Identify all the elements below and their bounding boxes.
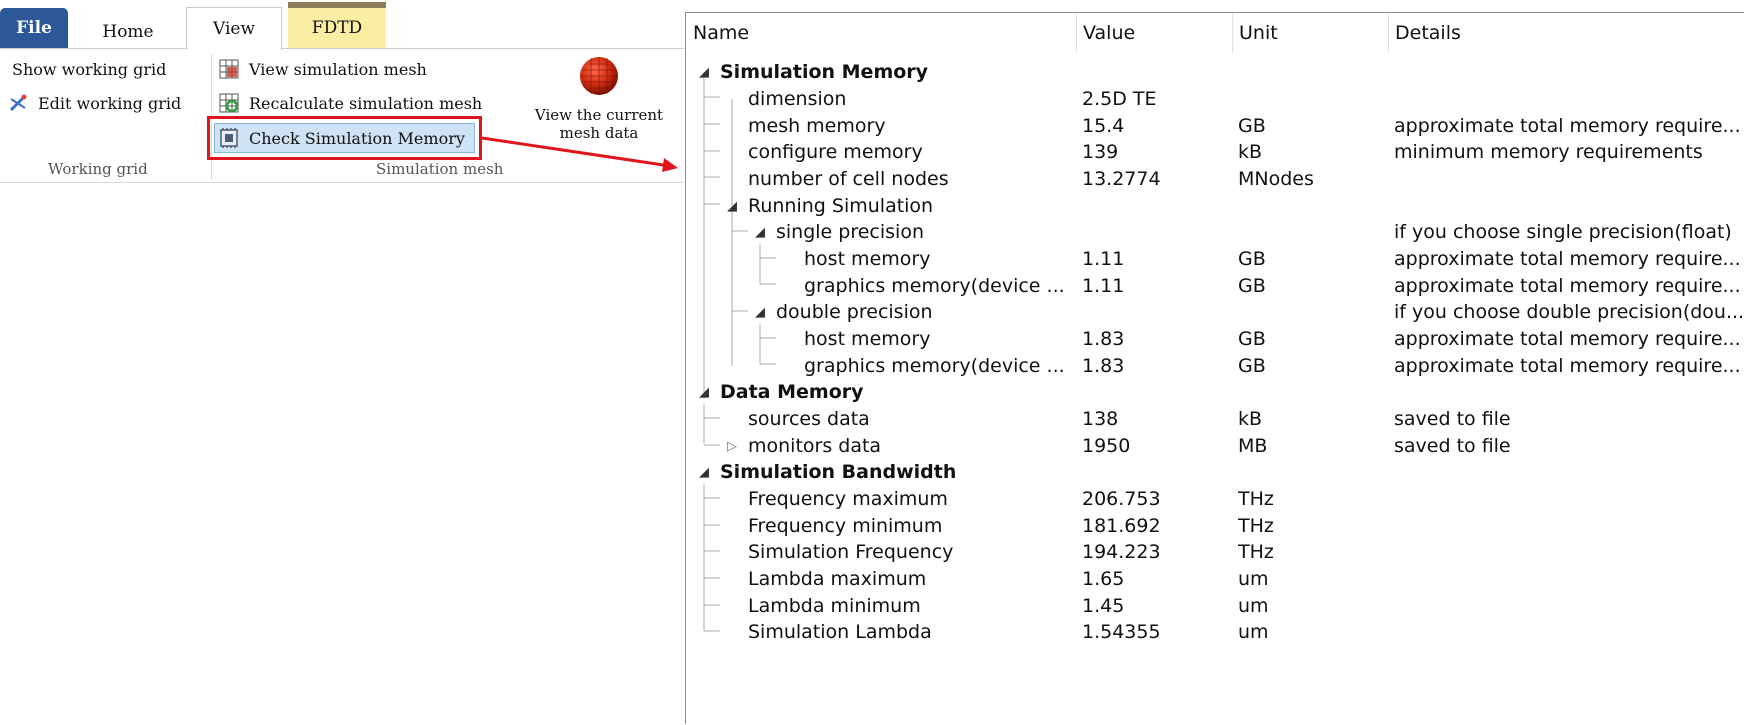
row-unit: THz — [1238, 488, 1274, 510]
row-details — [1394, 84, 1744, 114]
tab-view[interactable]: View — [186, 7, 282, 50]
row-name: Simulation Bandwidth — [720, 461, 957, 483]
expand-triangle-icon[interactable]: ◢ — [752, 217, 768, 247]
row-details: saved to file — [1394, 408, 1511, 430]
expand-triangle-icon[interactable]: ◢ — [696, 377, 712, 407]
check-simulation-memory-button[interactable]: Check Simulation Memory — [219, 123, 465, 153]
table-row[interactable]: dimension 2.5D TE — [686, 84, 1744, 114]
row-name: host memory — [804, 248, 931, 270]
table-row[interactable]: configure memory 139 kB minimum memory r… — [686, 137, 1744, 167]
row-value: 194.223 — [1082, 541, 1161, 563]
row-value: 1.65 — [1082, 568, 1125, 590]
row-value: 1.83 — [1082, 328, 1125, 350]
table-row[interactable]: Lambda maximum 1.65 um — [686, 564, 1744, 594]
view-simulation-mesh-label: View simulation mesh — [249, 59, 427, 79]
row-value: 206.753 — [1082, 488, 1161, 510]
row-details: if you choose double precision(dou... — [1394, 301, 1744, 323]
row-details: if you choose single precision(float) — [1394, 221, 1732, 243]
row-details: approximate total memory require... — [1394, 328, 1741, 350]
row-name: host memory — [804, 328, 931, 350]
table-row[interactable]: ◢ Data Memory — [686, 377, 1744, 407]
edit-working-grid-button[interactable]: Edit working grid — [8, 90, 181, 116]
row-unit: um — [1238, 621, 1269, 643]
tab-file[interactable]: File — [0, 8, 68, 48]
table-row[interactable]: sources data 138 kB saved to file — [686, 404, 1744, 434]
edit-working-grid-label: Edit working grid — [38, 93, 182, 113]
tab-fdtd[interactable]: FDTD — [288, 2, 386, 48]
header-details[interactable]: Details — [1388, 13, 1744, 53]
row-value: 13.2774 — [1082, 168, 1161, 190]
row-unit: THz — [1238, 541, 1274, 563]
table-row[interactable]: Frequency maximum 206.753 THz — [686, 484, 1744, 514]
row-name: Simulation Frequency — [748, 541, 954, 563]
row-name: Data Memory — [720, 381, 864, 403]
expand-triangle-icon[interactable]: ◢ — [696, 57, 712, 87]
row-name: Lambda maximum — [748, 568, 927, 590]
row-value: 138 — [1082, 408, 1119, 430]
row-unit: kB — [1238, 141, 1263, 163]
red-arrow-icon — [481, 136, 678, 172]
row-details: minimum memory requirements — [1394, 141, 1703, 163]
row-details — [1394, 164, 1744, 194]
working-grid-group-label: Working grid — [48, 160, 148, 178]
row-value: 1.54355 — [1082, 621, 1161, 643]
mesh-grid-icon — [219, 59, 239, 79]
row-value: 1.11 — [1082, 248, 1125, 270]
row-name: number of cell nodes — [748, 168, 949, 190]
ribbon-tabs: File Home View FDTD — [0, 0, 684, 50]
expand-triangle-icon[interactable]: ◢ — [752, 297, 768, 327]
row-name: configure memory — [748, 141, 923, 163]
recalculate-simulation-mesh-label: Recalculate simulation mesh — [249, 93, 483, 113]
row-name: Simulation Lambda — [748, 621, 932, 643]
recalculate-simulation-mesh-button[interactable]: Recalculate simulation mesh — [219, 89, 482, 117]
row-value: 2.5D TE — [1082, 88, 1157, 110]
row-name: Simulation Memory — [720, 61, 929, 83]
row-name: Frequency maximum — [748, 488, 948, 510]
check-simulation-memory-label: Check Simulation Memory — [249, 128, 465, 148]
row-unit: MNodes — [1238, 168, 1314, 190]
table-header: Name Value Unit Details — [686, 13, 1744, 53]
row-name: dimension — [748, 88, 847, 110]
show-working-grid-button[interactable]: Show working grid — [12, 56, 166, 82]
recalculate-mesh-icon — [219, 93, 239, 113]
memory-chip-icon — [219, 128, 239, 148]
view-simulation-mesh-button[interactable]: View simulation mesh — [219, 55, 427, 83]
table-row[interactable]: Simulation Lambda 1.54355 um — [686, 617, 1744, 647]
table-row[interactable]: host memory 1.11 GB approximate total me… — [686, 244, 1744, 274]
show-working-grid-label: Show working grid — [12, 59, 167, 79]
row-unit: GB — [1238, 328, 1266, 350]
table-row[interactable]: Simulation Frequency 194.223 THz — [686, 537, 1744, 567]
table-row[interactable]: ◢ Simulation Bandwidth — [686, 457, 1744, 487]
table-row[interactable]: ◢ single precision if you choose single … — [686, 217, 1744, 247]
row-value: 139 — [1082, 141, 1119, 163]
row-name: sources data — [748, 408, 870, 430]
row-details: approximate total memory require... — [1394, 248, 1741, 270]
table-row[interactable]: ◢ Simulation Memory — [686, 57, 1744, 87]
row-unit: um — [1238, 568, 1269, 590]
expand-triangle-icon[interactable]: ◢ — [696, 457, 712, 487]
tab-home[interactable]: Home — [92, 14, 164, 50]
header-unit[interactable]: Unit — [1232, 13, 1388, 53]
row-unit — [1238, 84, 1388, 114]
row-unit: GB — [1238, 248, 1266, 270]
view-current-mesh-line1: View the current — [534, 106, 664, 124]
ribbon-bottom-border — [0, 182, 684, 183]
edit-grid-icon — [8, 93, 28, 113]
row-name: double precision — [776, 301, 933, 323]
table-row[interactable]: number of cell nodes 13.2774 MNodes — [686, 164, 1744, 194]
row-name: single precision — [776, 221, 925, 243]
memory-tree-table: Name Value Unit Details ◢ Simulation Mem… — [685, 12, 1744, 724]
mesh-blob-icon — [577, 54, 621, 98]
row-unit: kB — [1238, 408, 1263, 430]
table-row[interactable]: ◢ double precision if you choose double … — [686, 297, 1744, 327]
header-value[interactable]: Value — [1076, 13, 1232, 53]
table-row[interactable]: host memory 1.83 GB approximate total me… — [686, 324, 1744, 354]
